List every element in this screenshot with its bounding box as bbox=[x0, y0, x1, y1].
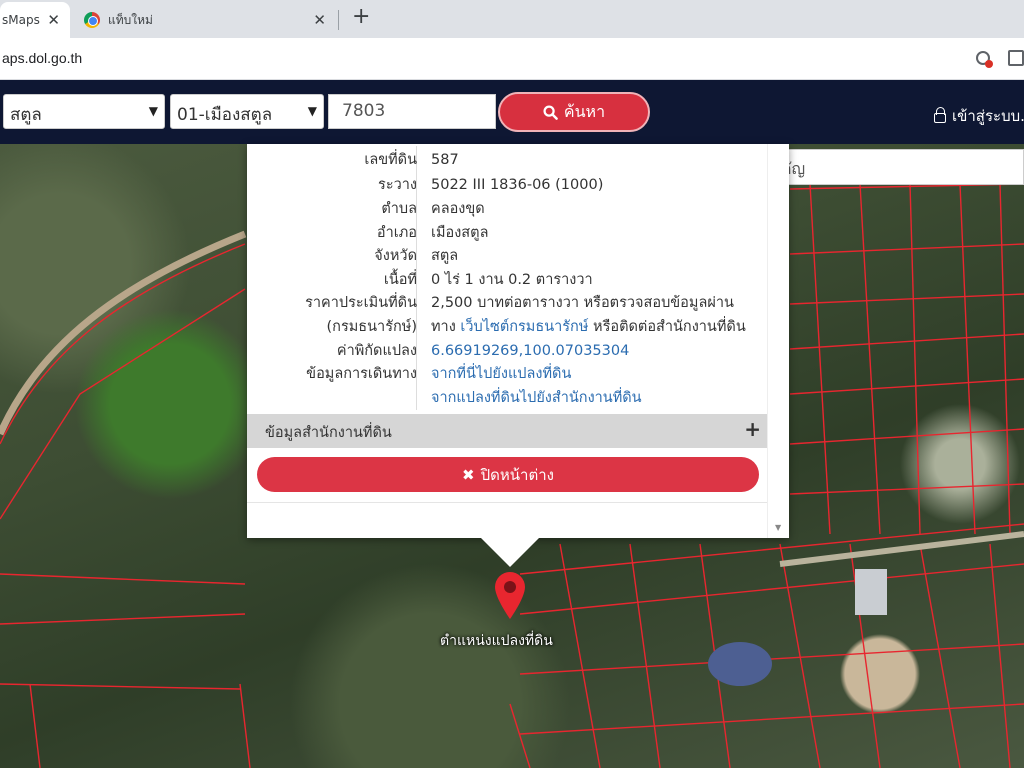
close-tab-icon[interactable]: ✕ bbox=[313, 11, 326, 29]
value-prefix: ทาง bbox=[431, 319, 461, 335]
directions-to-office-link[interactable]: จากแปลงที่ดินไปยังสำนักงานที่ดิน bbox=[431, 387, 642, 410]
address-bar[interactable]: aps.dol.go.th bbox=[0, 38, 1024, 80]
app-header: สตูล ▼ 01-เมืองสตูล ▼ 7803 ค้นหา เข้าสู่… bbox=[0, 80, 1024, 144]
tab-smaps[interactable]: sMaps ✕ bbox=[0, 2, 70, 38]
info-value: 5022 III 1836-06 (1000) bbox=[431, 177, 604, 193]
office-info-section[interactable]: ข้อมูลสำนักงานที่ดิน + bbox=[247, 414, 767, 448]
tab-title: แท็บใหม่ bbox=[108, 12, 153, 27]
info-value: คลองขุด bbox=[431, 201, 485, 217]
info-key: ข้อมูลการเดินทาง bbox=[306, 366, 417, 382]
chrome-icon bbox=[84, 12, 100, 28]
info-key: อำเภอ bbox=[376, 225, 417, 241]
district-select[interactable]: 01-เมืองสตูล ▼ bbox=[170, 94, 324, 129]
info-value: เมืองสตูล bbox=[431, 225, 489, 241]
info-key: ค่าพิกัดแปลง bbox=[336, 343, 417, 359]
scroll-down-icon[interactable]: ▼ bbox=[775, 523, 781, 532]
info-key: ราคาประเมินที่ดิน bbox=[305, 295, 417, 311]
info-value: 2,500 บาทต่อตารางวา หรือตรวจสอบข้อมูลผ่า… bbox=[431, 295, 734, 311]
chevron-down-icon: ▼ bbox=[148, 104, 158, 118]
close-window-label: ปิดหน้าต่าง bbox=[480, 465, 554, 484]
district-value: 01-เมืองสตูล bbox=[177, 105, 273, 125]
search-label: ค้นหา bbox=[563, 101, 606, 121]
close-tab-icon[interactable]: ✕ bbox=[47, 11, 60, 29]
tab-new-tab[interactable]: แท็บใหม่ ✕ bbox=[74, 2, 336, 38]
location-pin-icon[interactable] bbox=[492, 570, 528, 620]
popup-scrollbar[interactable]: ▼ bbox=[767, 144, 789, 538]
lock-icon bbox=[934, 107, 946, 123]
parcel-location-label: ตำแหน่งแปลงที่ดิน bbox=[440, 633, 553, 649]
info-value: สตูล bbox=[431, 248, 459, 264]
close-icon: ✖ bbox=[462, 465, 475, 484]
office-section-title: ข้อมูลสำนักงานที่ดิน bbox=[265, 425, 392, 441]
popup-pointer bbox=[480, 537, 540, 567]
close-window-button[interactable]: ✖ ปิดหน้าต่าง bbox=[257, 457, 759, 492]
extension-puzzle-icon[interactable] bbox=[1008, 50, 1024, 66]
info-value: ทาง เว็บไซต์กรมธนารักษ์ หรือติดต่อสำนักง… bbox=[431, 316, 746, 339]
browser-tab-bar: sMaps ✕ แท็บใหม่ ✕ + bbox=[0, 0, 1024, 38]
coordinates-link[interactable]: 6.66919269,100.07035304 bbox=[431, 340, 629, 363]
parcel-info-popup: เลขที่ดิน 587 ระวาง 5022 III 1836-06 (10… bbox=[247, 144, 789, 538]
popup-divider bbox=[247, 502, 767, 503]
popup-content: เลขที่ดิน 587 ระวาง 5022 III 1836-06 (10… bbox=[247, 144, 767, 538]
info-value: 587 bbox=[431, 152, 459, 168]
province-value: สตูล bbox=[10, 105, 42, 125]
tab-separator bbox=[338, 10, 339, 30]
tab-title: sMaps bbox=[2, 13, 40, 27]
expand-plus-icon[interactable]: + bbox=[744, 417, 761, 441]
chevron-down-icon: ▼ bbox=[307, 104, 317, 118]
directions-to-parcel-link[interactable]: จากที่นี่ไปยังแปลงที่ดิน bbox=[431, 363, 571, 386]
info-key: ระวาง bbox=[378, 177, 417, 193]
info-key: เลขที่ดิน bbox=[364, 152, 417, 168]
info-key: ตำบล bbox=[381, 201, 417, 217]
info-value: 0 ไร่ 1 งาน 0.2 ตารางวา bbox=[431, 272, 593, 288]
url-text[interactable]: aps.dol.go.th bbox=[2, 50, 82, 66]
search-button[interactable]: ค้นหา bbox=[498, 92, 650, 132]
extension-icon[interactable] bbox=[976, 51, 993, 68]
treasury-website-link[interactable]: เว็บไซต์กรมธนารักษ์ bbox=[460, 319, 588, 335]
login-link[interactable]: เข้าสู่ระบบ... bbox=[934, 104, 1024, 128]
info-key: เนื้อที่ bbox=[383, 272, 417, 288]
login-label: เข้าสู่ระบบ... bbox=[952, 107, 1024, 125]
new-tab-button[interactable]: + bbox=[352, 4, 370, 29]
province-select[interactable]: สตูล ▼ bbox=[3, 94, 165, 129]
info-key: (กรมธนารักษ์) bbox=[326, 319, 417, 335]
value-suffix: หรือติดต่อสำนักงานที่ดิน bbox=[588, 319, 746, 335]
parcel-number-input[interactable]: 7803 bbox=[328, 94, 496, 129]
info-key: จังหวัด bbox=[374, 248, 417, 264]
search-icon bbox=[543, 104, 558, 120]
